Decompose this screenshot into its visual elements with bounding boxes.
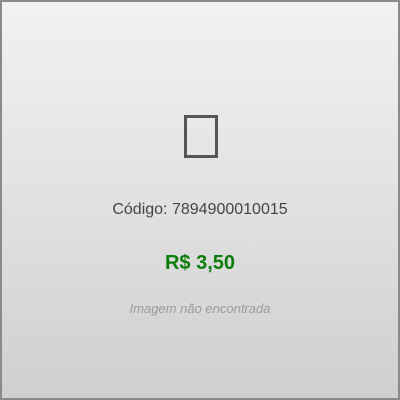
product-card: Código: 7894900010015 R$ 3,50 Imagem não… [0,0,400,400]
product-price: R$ 3,50 [164,252,236,274]
image-status-message: Imagem não encontrada [129,301,271,316]
image-placeholder-icon [184,115,218,158]
product-code-label: Código: [112,201,168,218]
product-code: Código: 7894900010015 [2,200,398,220]
product-code-value: 7894900010015 [171,201,288,218]
